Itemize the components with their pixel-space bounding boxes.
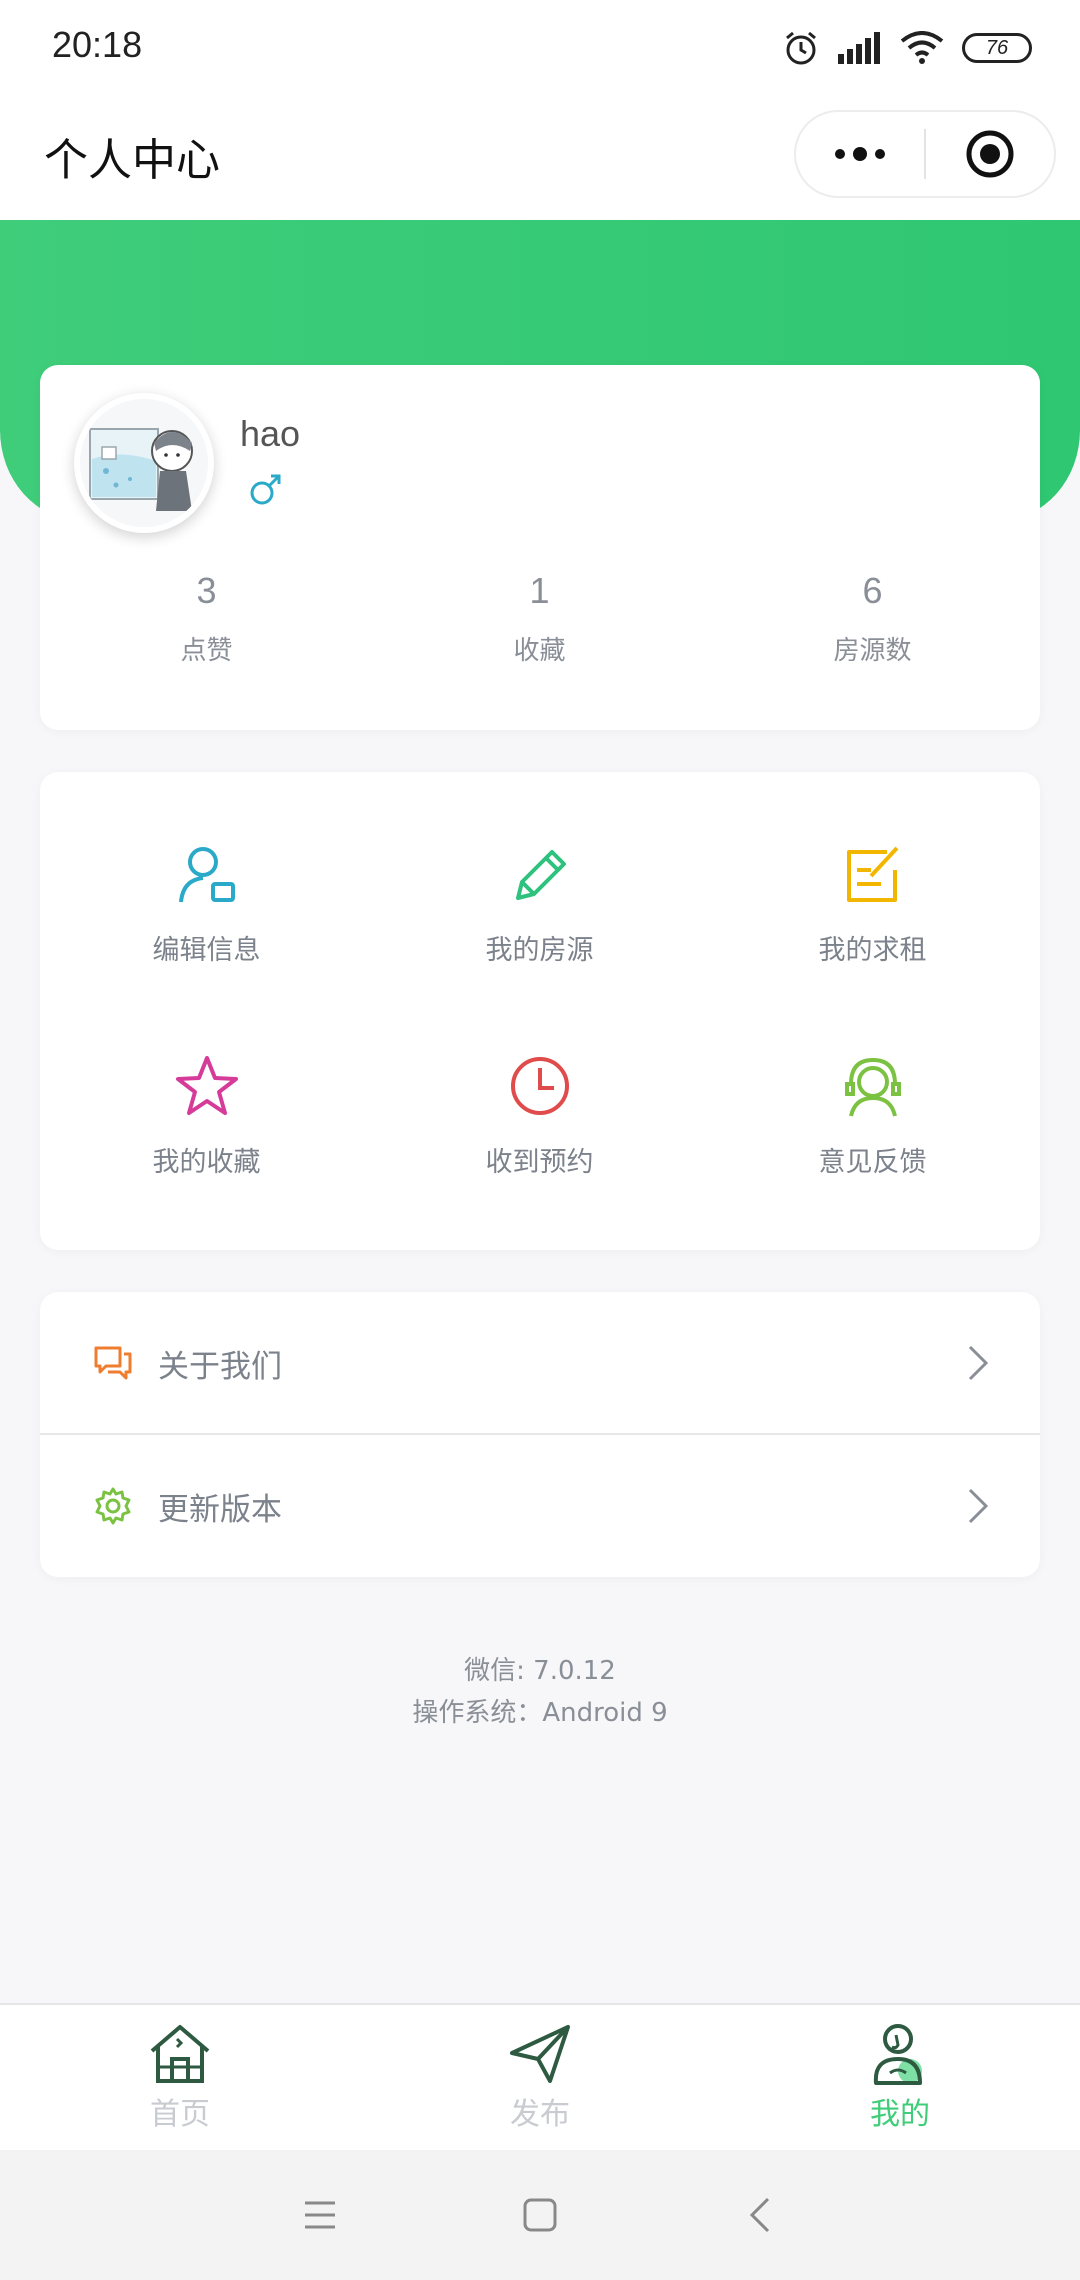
stat-value: 1 — [529, 570, 550, 611]
battery-indicator: 76 — [962, 33, 1032, 63]
stats-row: 3 点赞 1 收藏 6 房源数 — [40, 570, 1040, 667]
close-button[interactable] — [926, 112, 1054, 196]
about-us-row[interactable]: 关于我们 — [40, 1292, 1040, 1434]
stat-label: 收藏 — [513, 636, 566, 666]
profile-card: hao 3 点赞 1 收藏 6 房源数 — [40, 365, 1040, 730]
tab-bar: 首页 发布 我的 — [0, 2003, 1080, 2150]
list-card: 关于我们 更新版本 — [40, 1292, 1040, 1577]
chat-icon — [94, 1346, 132, 1380]
menu-my-favorites[interactable]: 我的收藏 — [40, 1054, 373, 1266]
home-icon — [150, 2025, 210, 2083]
list-label: 更新版本 — [158, 1491, 282, 1528]
gear-icon — [95, 1487, 131, 1525]
send-icon — [510, 2025, 570, 2083]
more-button[interactable] — [796, 112, 924, 196]
back-button[interactable] — [650, 2150, 870, 2280]
star-icon — [175, 1056, 238, 1115]
stat-label: 房源数 — [833, 636, 912, 666]
user-icon — [873, 2024, 922, 2085]
stat-likes[interactable]: 3 点赞 — [40, 570, 373, 667]
title-bar: 个人中心 — [0, 96, 1080, 220]
headset-icon — [844, 1057, 901, 1117]
male-gender-icon — [250, 474, 281, 505]
target-icon — [966, 130, 1014, 178]
edit-profile-icon — [178, 847, 235, 903]
home-button[interactable] — [430, 2150, 650, 2280]
recent-apps-button[interactable] — [210, 2150, 430, 2280]
tab-publish[interactable]: 发布 — [360, 2005, 720, 2150]
stat-value: 3 — [196, 570, 217, 611]
menu-grid: 编辑信息 我的房源 我的求租 我的收藏 收到预约 意见反馈 — [40, 842, 1040, 1266]
menu-my-listings[interactable]: 我的房源 — [373, 842, 706, 1054]
menu-edit-profile[interactable]: 编辑信息 — [40, 842, 373, 1054]
os-version: 操作系统：Android 9 — [412, 1698, 668, 1728]
pencil-icon — [515, 850, 566, 900]
menu-icon — [305, 2201, 335, 2229]
stat-listings[interactable]: 6 房源数 — [706, 570, 1039, 667]
menu-label: 我的求租 — [818, 935, 927, 966]
version-info: 微信: 7.0.12 操作系统：Android 9 — [0, 1650, 1080, 1734]
stat-label: 点赞 — [180, 636, 233, 666]
tab-label: 首页 — [150, 2097, 210, 2132]
menu-label: 编辑信息 — [152, 935, 261, 966]
mini-program-capsule — [794, 110, 1056, 198]
status-icons: 76 — [782, 26, 1032, 70]
menu-label: 我的房源 — [485, 935, 594, 966]
menu-my-rental-requests[interactable]: 我的求租 — [706, 842, 1039, 1054]
wifi-icon — [900, 31, 944, 64]
stat-value: 6 — [862, 570, 883, 611]
chevron-right-icon — [968, 1488, 989, 1524]
status-time: 20:18 — [52, 24, 143, 65]
page-title: 个人中心 — [44, 135, 220, 186]
tab-mine[interactable]: 我的 — [720, 2005, 1080, 2150]
square-icon — [523, 2198, 557, 2232]
username: hao — [240, 413, 301, 454]
tab-label: 我的 — [870, 2097, 930, 2132]
menu-feedback[interactable]: 意见反馈 — [706, 1054, 1039, 1266]
menu-card: 编辑信息 我的房源 我的求租 我的收藏 收到预约 意见反馈 — [40, 772, 1040, 1250]
menu-label: 意见反馈 — [818, 1147, 927, 1178]
menu-appointments[interactable]: 收到预约 — [373, 1054, 706, 1266]
menu-label: 我的收藏 — [152, 1147, 261, 1178]
chevron-left-icon — [749, 2197, 770, 2233]
signal-icon — [838, 32, 880, 64]
avatar[interactable] — [74, 393, 214, 533]
list-label: 关于我们 — [158, 1348, 282, 1385]
wechat-version: 微信: 7.0.12 — [464, 1656, 616, 1686]
update-version-row[interactable]: 更新版本 — [40, 1435, 1040, 1577]
menu-label: 收到预约 — [485, 1147, 594, 1178]
note-edit-icon — [846, 846, 898, 902]
tab-home[interactable]: 首页 — [0, 2005, 360, 2150]
tab-label: 发布 — [510, 2097, 570, 2132]
avatar-illustration — [80, 399, 208, 527]
system-nav-bar — [0, 2150, 1080, 2280]
alarm-icon — [786, 31, 816, 65]
status-bar: 20:18 76 — [0, 0, 1080, 96]
chevron-right-icon — [968, 1345, 989, 1381]
stat-favorites[interactable]: 1 收藏 — [373, 570, 706, 667]
clock-icon — [510, 1057, 569, 1115]
more-dots-icon — [835, 147, 885, 161]
